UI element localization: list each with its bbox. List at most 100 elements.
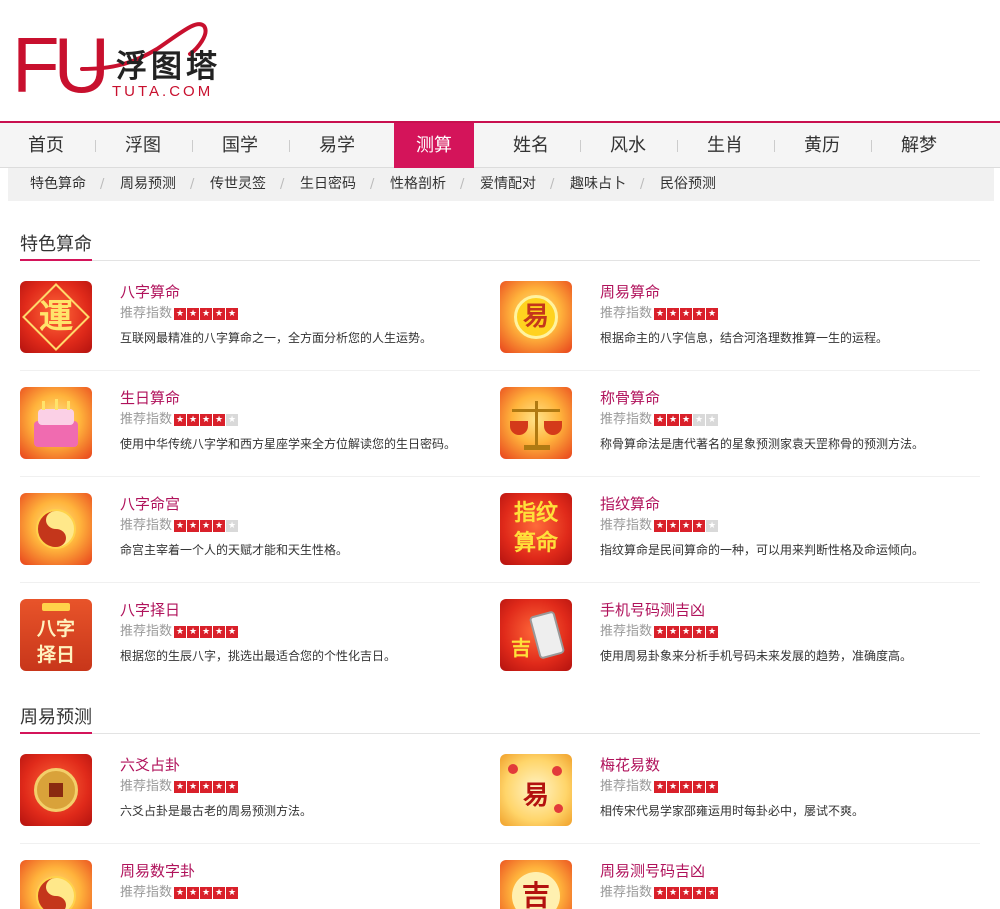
rating: 推荐指数 ★ ★ ★ ★ ★ bbox=[120, 411, 238, 429]
service-title-link[interactable]: 周易测号码吉凶 bbox=[600, 860, 705, 882]
service-title-link[interactable]: 梅花易数 bbox=[600, 754, 660, 776]
star-filled-icon: ★ bbox=[200, 626, 212, 638]
nav-item-4[interactable]: 测算 bbox=[394, 123, 474, 168]
rating: 推荐指数 ★ ★ ★ ★ ★ bbox=[600, 623, 718, 641]
service-title-link[interactable]: 手机号码测吉凶 bbox=[600, 599, 705, 621]
service-description: 相传宋代易学家邵雍运用时每卦必中，屡试不爽。 bbox=[600, 804, 865, 818]
star-rating: ★ ★ ★ ★ ★ bbox=[174, 626, 238, 638]
star-filled-icon: ★ bbox=[200, 887, 212, 899]
star-filled-icon: ★ bbox=[187, 781, 199, 793]
service-title-link[interactable]: 八字算命 bbox=[120, 281, 180, 303]
calendar-icon[interactable]: 八字 择日 bbox=[20, 599, 92, 671]
main-nav: 首页 浮图 国学 易学 测算 姓名 风水 生肖 黄历 解梦 bbox=[0, 121, 1000, 168]
section-title-underline bbox=[20, 259, 92, 261]
star-rating: ★ ★ ★ ★ ★ bbox=[174, 308, 238, 320]
star-filled-icon: ★ bbox=[667, 414, 679, 426]
star-filled-icon: ★ bbox=[654, 887, 666, 899]
nav-item-6[interactable]: 风水 bbox=[588, 123, 668, 168]
service-description: 使用周易卦象来分析手机号码未来发展的趋势，准确度高。 bbox=[600, 649, 913, 663]
star-filled-icon: ★ bbox=[174, 626, 186, 638]
subnav-item-7[interactable]: 民俗预测 bbox=[660, 168, 716, 201]
star-rating: ★ ★ ★ ★ ★ bbox=[174, 520, 238, 532]
star-filled-icon: ★ bbox=[667, 887, 679, 899]
ji-character-icon[interactable]: 吉 bbox=[500, 860, 572, 909]
star-filled-icon: ★ bbox=[693, 520, 705, 532]
rating: 推荐指数 ★ ★ ★ ★ ★ bbox=[120, 778, 238, 796]
star-filled-icon: ★ bbox=[187, 626, 199, 638]
nav-item-3[interactable]: 易学 bbox=[297, 123, 377, 168]
section-divider bbox=[20, 260, 980, 261]
yin-yang-icon[interactable] bbox=[20, 493, 92, 565]
rating: 推荐指数 ★ ★ ★ ★ ★ bbox=[600, 884, 718, 902]
row-divider bbox=[20, 582, 980, 583]
star-rating: ★ ★ ★ ★ ★ bbox=[174, 414, 238, 426]
rating-label: 推荐指数 bbox=[120, 412, 173, 427]
service-title-link[interactable]: 八字命宫 bbox=[120, 493, 180, 515]
mobile-phone-icon[interactable]: 吉 bbox=[500, 599, 572, 671]
scale-icon[interactable] bbox=[500, 387, 572, 459]
subnav-item-4[interactable]: 性格剖析 bbox=[390, 168, 446, 201]
birthday-cake-icon[interactable] bbox=[20, 387, 92, 459]
service-title-link[interactable]: 八字择日 bbox=[120, 599, 180, 621]
yun-character-icon[interactable]: 運 bbox=[20, 281, 92, 353]
rating-label: 推荐指数 bbox=[600, 412, 653, 427]
service-title-link[interactable]: 生日算命 bbox=[120, 387, 180, 409]
star-filled-icon: ★ bbox=[187, 308, 199, 320]
subnav-item-0[interactable]: 特色算命 bbox=[30, 168, 86, 201]
star-filled-icon: ★ bbox=[200, 520, 212, 532]
coin-icon[interactable] bbox=[20, 754, 92, 826]
subnav-divider: / bbox=[100, 177, 105, 192]
nav-item-1[interactable]: 浮图 bbox=[103, 123, 183, 168]
star-filled-icon: ★ bbox=[187, 520, 199, 532]
star-filled-icon: ★ bbox=[174, 887, 186, 899]
subnav-item-2[interactable]: 传世灵签 bbox=[210, 168, 266, 201]
subnav-item-3[interactable]: 生日密码 bbox=[300, 168, 356, 201]
yin-yang-icon[interactable] bbox=[20, 860, 92, 909]
service-title-link[interactable]: 六爻占卦 bbox=[120, 754, 180, 776]
nav-item-5[interactable]: 姓名 bbox=[491, 123, 571, 168]
rating-label: 推荐指数 bbox=[600, 518, 653, 533]
service-title-link[interactable]: 周易数字卦 bbox=[120, 860, 195, 882]
yi-character-icon[interactable]: 易 bbox=[500, 281, 572, 353]
service-description: 六爻占卦是最古老的周易预测方法。 bbox=[120, 804, 313, 818]
star-rating: ★ ★ ★ ★ ★ bbox=[654, 308, 718, 320]
rating: 推荐指数 ★ ★ ★ ★ ★ bbox=[120, 623, 238, 641]
star-empty-icon: ★ bbox=[226, 414, 238, 426]
star-rating: ★ ★ ★ ★ ★ bbox=[174, 887, 238, 899]
nav-item-9[interactable]: 解梦 bbox=[879, 123, 959, 168]
nav-item-0[interactable]: 首页 bbox=[6, 123, 86, 168]
star-filled-icon: ★ bbox=[667, 520, 679, 532]
star-filled-icon: ★ bbox=[667, 626, 679, 638]
nav-divider bbox=[192, 140, 193, 152]
service-item: 吉 手机号码测吉凶推荐指数 ★ ★ ★ ★ ★ 使用周易卦象来分析手机号码未来发展的趋势，准确… bbox=[500, 599, 970, 679]
rating: 推荐指数 ★ ★ ★ ★ ★ bbox=[120, 884, 238, 902]
star-filled-icon: ★ bbox=[226, 781, 238, 793]
service-description: 根据您的生辰八字，挑选出最适合您的个性化吉日。 bbox=[120, 649, 397, 663]
rating-label: 推荐指数 bbox=[600, 885, 653, 900]
service-item: 称骨算命 推荐指数 ★ ★ ★ ★ ★ 称骨算命法是唐代著名的星象预测家袁天罡称骨的预测方法。 bbox=[500, 387, 970, 467]
subnav-item-5[interactable]: 爱情配对 bbox=[480, 168, 536, 201]
rating: 推荐指数 ★ ★ ★ ★ ★ bbox=[120, 305, 238, 323]
plum-blossom-icon[interactable]: 易 bbox=[500, 754, 572, 826]
service-item: 生日算命推荐指数 ★ ★ ★ ★ ★ 使用中华传统八字学和西方星座学来全方位解读您的生日密码… bbox=[20, 387, 490, 467]
star-empty-icon: ★ bbox=[706, 414, 718, 426]
star-filled-icon: ★ bbox=[667, 781, 679, 793]
nav-item-2[interactable]: 国学 bbox=[200, 123, 280, 168]
star-filled-icon: ★ bbox=[213, 626, 225, 638]
rating: 推荐指数 ★ ★ ★ ★ ★ bbox=[600, 517, 718, 535]
subnav-item-6[interactable]: 趣味占卜 bbox=[570, 168, 626, 201]
fingerprint-text-icon[interactable]: 指纹 算命 bbox=[500, 493, 572, 565]
star-filled-icon: ★ bbox=[213, 308, 225, 320]
site-logo[interactable]: FU 浮图塔 TUTA.COM bbox=[12, 14, 252, 104]
nav-item-7[interactable]: 生肖 bbox=[685, 123, 765, 168]
star-filled-icon: ★ bbox=[706, 308, 718, 320]
logo-domain: TUTA.COM bbox=[112, 83, 214, 100]
nav-item-8[interactable]: 黄历 bbox=[782, 123, 862, 168]
service-title-link[interactable]: 称骨算命 bbox=[600, 387, 660, 409]
service-title-link[interactable]: 指纹算命 bbox=[600, 493, 660, 515]
star-filled-icon: ★ bbox=[226, 626, 238, 638]
subnav-item-1[interactable]: 周易预测 bbox=[120, 168, 176, 201]
service-title-link[interactable]: 周易算命 bbox=[600, 281, 660, 303]
rating-label: 推荐指数 bbox=[600, 779, 653, 794]
service-description: 使用中华传统八字学和西方星座学来全方位解读您的生日密码。 bbox=[120, 437, 457, 451]
